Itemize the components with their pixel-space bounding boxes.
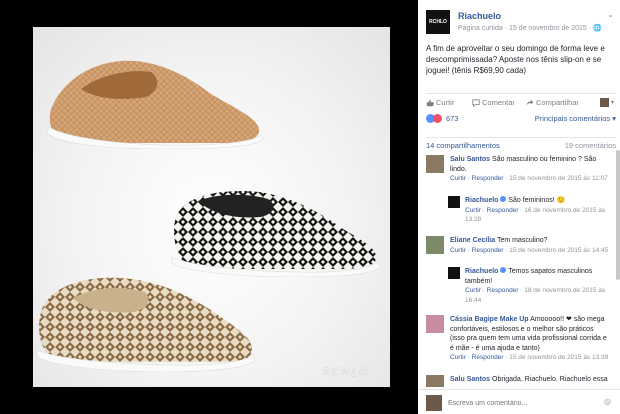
comment-actions[interactable]: Curtir · Responder — [450, 354, 503, 361]
chevron-down-icon: ▾ — [611, 100, 615, 106]
verified-icon — [500, 267, 507, 273]
comment-actions[interactable]: Curtir · Responder — [450, 175, 503, 182]
comment-actions[interactable]: Curtir · Responder — [450, 247, 503, 254]
comment-meta: Curtir · Responder · 15 de novembro de 2… — [450, 246, 610, 256]
photo-viewer: RCHLO — [0, 0, 418, 414]
comment-label: Comentar — [482, 98, 515, 107]
page-name-link[interactable]: Riachuelo — [458, 11, 501, 21]
commenter-name[interactable]: Riachuelo — [465, 197, 498, 204]
share-label: Compartilhar — [536, 98, 579, 107]
commenter-name[interactable]: Salu Santos — [450, 376, 490, 383]
comment-item: Salu Santos Obrigada, Riachuelo. Riachue… — [426, 375, 612, 387]
shoe-tan-image — [46, 60, 264, 149]
camera-icon[interactable]: ◎ — [604, 397, 614, 406]
share-icon — [526, 99, 534, 105]
comment-button[interactable]: Comentar — [472, 98, 515, 107]
share-button[interactable]: Compartilhar — [526, 98, 579, 107]
avatar — [426, 395, 442, 411]
comment-actions[interactable]: Curtir · Responder — [465, 287, 518, 294]
avatar[interactable] — [426, 155, 444, 173]
post-photo[interactable]: RCHLO — [33, 27, 390, 387]
verified-icon — [500, 196, 507, 202]
love-reaction-icon — [433, 114, 442, 123]
comment-time[interactable]: · 15 de novembro de 2015 às 13:39 — [505, 354, 608, 361]
comment-meta: Curtir · Responder · 15 de novembro de 2… — [450, 353, 610, 363]
comment-text: Tem masculino? — [496, 237, 548, 244]
commenter-name[interactable]: Cássia Bagipe Make Up — [450, 316, 529, 323]
comment-text: Obrigada, Riachuelo. Riachuelo essa — [492, 376, 608, 383]
reactions-summary[interactable]: 673 Principais comentários ▾ — [426, 113, 616, 127]
comment-meta: Curtir · Responder · 18 de novembro de 2… — [465, 286, 610, 305]
comment-text: São femininos! 🙂 — [508, 197, 566, 204]
post-caption: A fim de aproveitar o seu domingo de for… — [426, 44, 605, 75]
comment-meta: Curtir · Responder · 16 de novembro de 2… — [465, 206, 610, 225]
shares-comments-row: 14 compartilhamentos 19 comentários — [426, 137, 616, 150]
chevron-down-icon[interactable]: ⌄ — [607, 10, 614, 19]
like-label: Curtir — [436, 98, 455, 107]
comments-count[interactable]: 19 comentários — [565, 141, 616, 150]
post-timestamp[interactable]: Página curtida · 15 de novembro de 2015 … — [458, 24, 602, 32]
thumbs-up-icon — [426, 99, 434, 106]
post-actions-bar: Curtir Comentar Compartilhar ▾ — [426, 93, 616, 107]
comment-composer: ◎ — [418, 389, 620, 414]
page-avatar[interactable]: RCHLO — [426, 10, 450, 34]
post-header: RCHLO Riachuelo Página curtida · 15 de n… — [426, 8, 616, 38]
comment-icon — [472, 98, 480, 107]
comment-time[interactable]: · 15 de novembro de 2015 às 14:45 — [505, 247, 608, 254]
avatar[interactable] — [426, 236, 444, 254]
reaction-count[interactable]: 673 — [446, 114, 459, 123]
avatar[interactable] — [448, 267, 460, 279]
comment-input[interactable] — [448, 395, 588, 411]
avatar — [600, 98, 609, 107]
comment-actions[interactable]: Curtir · Responder — [465, 207, 518, 214]
comment-meta: Curtir · Responder · 15 de novembro de 2… — [450, 174, 610, 184]
comment-time[interactable]: · 15 de novembro de 2015 às 11:07 — [505, 175, 608, 182]
shoe-beige-pattern-image — [36, 277, 256, 372]
brand-watermark: RCHLO — [321, 366, 370, 379]
viewer-avatar-selector[interactable]: ▾ — [600, 98, 614, 107]
commenter-name[interactable]: Eliane Cecília — [450, 237, 495, 244]
commenter-name[interactable]: Salu Santos — [450, 156, 490, 163]
commenter-name[interactable]: Riachuelo — [465, 268, 498, 275]
comments-scrollbar[interactable] — [616, 150, 620, 280]
shares-count-link[interactable]: 14 compartilhamentos — [426, 141, 500, 150]
avatar[interactable] — [426, 375, 444, 387]
avatar[interactable] — [426, 315, 444, 333]
top-comments-dropdown[interactable]: Principais comentários ▾ — [535, 114, 616, 123]
avatar[interactable] — [448, 196, 460, 208]
like-button[interactable]: Curtir — [426, 98, 454, 107]
post-side-panel: RCHLO Riachuelo Página curtida · 15 de n… — [418, 0, 620, 414]
